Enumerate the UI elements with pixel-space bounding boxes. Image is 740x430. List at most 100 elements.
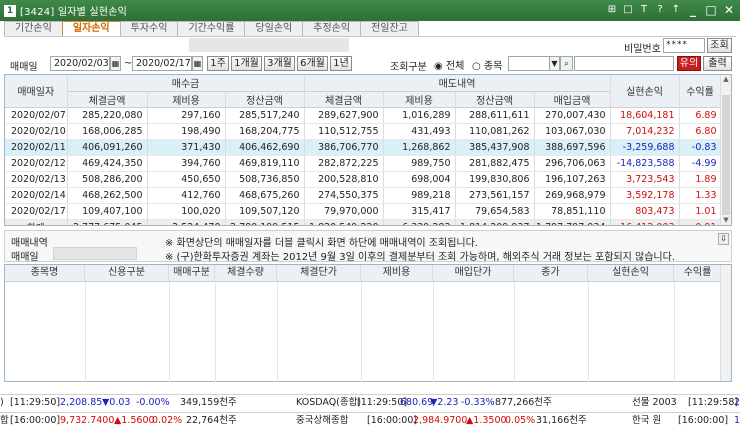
trade-detail-label: 매매내역 [11,238,48,249]
table-cell-sell-fee: 989,218 [383,187,456,204]
table-row[interactable]: 2020/02/12 469,424,350 394,760 469,819,110 2… [5,155,722,172]
table-cell-purchase: 270,007,430 [534,107,611,124]
date-from-input[interactable]: 2020/02/03 [50,56,110,71]
radio-item[interactable]: ○ 종목 [472,57,502,72]
calendar-icon[interactable]: ▦ [110,56,121,71]
password-input[interactable]: **** [663,38,705,53]
period-1month-button[interactable]: 1개월 [231,56,262,71]
column-divider [674,282,675,382]
table-cell-pnl: 7,014,232 [610,123,680,140]
table-cell-sell-settle: 281,882,475 [455,155,535,172]
table-row[interactable]: 2020/02/11 406,091,260 371,430 406,462,690 3… [5,139,722,156]
period-1year-button[interactable]: 1년 [330,56,352,71]
table-cell-pnl: 3,592,178 [610,187,680,204]
detail-col-purchase-price: 매입단가 [433,265,514,281]
grid-scrollbar[interactable]: ▲ ▼ [720,75,731,225]
table-row[interactable]: 2020/02/07 285,220,080 297,160 285,517,240 2… [5,107,722,124]
print-button[interactable]: 출력 [703,56,732,71]
table-cell-purchase: 196,107,263 [534,171,611,188]
column-divider [215,282,216,382]
maximize-button[interactable]: □ [704,3,718,17]
screen-icon[interactable]: □ [622,3,634,17]
scroll-thumb[interactable] [722,95,730,215]
detail-date-label: 매매일 [11,252,39,263]
chevron-down-icon[interactable]: ▼ [549,56,560,71]
table-cell-buy-settle: 168,204,775 [225,123,305,140]
table-cell-buy-amt: 406,091,260 [67,139,148,156]
table-cell-date: 2020/02/11 [5,139,68,156]
pin-icon[interactable]: ↑ [670,3,682,17]
calendar-icon[interactable]: ▦ [192,56,203,71]
total-cell-pnl: 16,412,003 [610,219,680,225]
detail-col-price: 체결단가 [277,265,361,281]
link-icon[interactable]: ⊞ [606,3,618,17]
tab-period-return[interactable]: 기간수익률 [177,21,246,36]
tab-period-pnl[interactable]: 기간손익 [4,21,63,36]
password-label: 비밀번호 [624,44,661,55]
table-cell-purchase: 269,968,979 [534,187,611,204]
date-to-input[interactable]: 2020/02/17 [132,56,192,71]
table-cell-sell-fee: 315,417 [383,203,456,220]
arrow-down-icon[interactable]: ⇩ [718,233,729,245]
table-row[interactable]: 2020/02/14 468,262,500 412,760 468,675,260 2… [5,187,722,204]
group-header-sell: 매도내역 [304,75,611,92]
period-6month-button[interactable]: 6개월 [297,56,328,71]
detail-header-row: 종목명 신용구분 매매구분 체결수량 체결단가 제비용 매입단가 종가 실현손익… [5,265,721,282]
app-icon: 1 [4,4,16,17]
notice-button[interactable]: 유의 [677,56,701,71]
table-row[interactable]: 2020/02/17 109,407,100 100,020 109,507,120 7… [5,203,722,220]
table-cell-sell-fee: 698,004 [383,171,456,188]
table-cell-date: 2020/02/10 [5,123,68,140]
table-cell-buy-settle: 508,736,850 [225,171,305,188]
detail-scrollbar[interactable] [720,265,731,381]
ticker-prefix: 합 [0,415,9,426]
ticker-time: [11:29:58] [688,397,739,408]
tab-divider [4,36,736,37]
table-cell-buy-amt: 285,220,080 [67,107,148,124]
table-cell-sell-amt: 282,872,225 [304,155,384,172]
close-button[interactable]: ✕ [722,3,736,17]
tab-prev-balance[interactable]: 전일잔고 [360,21,419,36]
ticker-prefix: ) [0,397,4,408]
table-cell-date: 2020/02/13 [5,171,68,188]
scroll-up-icon[interactable]: ▲ [721,75,731,84]
search-icon[interactable]: ⌕ [560,56,573,71]
trade-detail-info: 매매내역 매매일 ※ 화면상단의 매매일자를 더블 클릭시 화면 하단에 매매내… [4,230,732,263]
radio-all[interactable]: ◉ 전체 [434,57,464,72]
ticker-percent: 0.05% [505,415,536,426]
query-button[interactable]: 조회 [707,38,732,53]
table-cell-buy-settle: 469,819,110 [225,155,305,172]
col-header-purchase: 매입금액 [534,91,611,108]
table-row[interactable]: 2020/02/13 508,286,200 450,650 508,736,850 2… [5,171,722,188]
minimize-button[interactable]: _ [686,3,700,17]
scroll-down-icon[interactable]: ▼ [721,216,731,225]
ticker-value: 2,208.85 [60,397,103,408]
ticker-time: [16:00:00] [678,415,729,426]
tab-investment-return[interactable]: 투자수익 [119,21,179,36]
item-name-field[interactable] [574,56,674,71]
ticker-percent: -0.00% [136,397,170,408]
table-row[interactable]: 2020/02/10 168,006,285 198,490 168,204,775 1… [5,123,722,140]
item-code-select[interactable] [508,56,554,71]
period-1week-button[interactable]: 1주 [207,56,229,71]
period-3month-button[interactable]: 3개월 [264,56,295,71]
ticker-name: 한국 원 [632,415,662,426]
tab-today-pnl[interactable]: 당일손익 [244,21,304,36]
trade-date-label: 매매일 [10,62,38,73]
ticker-percent: -0.33% [461,397,495,408]
table-cell-sell-settle: 199,830,806 [455,171,535,188]
col-header-date: 매매일자 [5,75,68,108]
market-ticker-1: ) [11:29:50] 2,208.85 ▼0.03 -0.00% 349,1… [0,394,740,410]
group-header-buy: 매수금 [67,75,305,92]
table-cell-pnl: 803,473 [610,203,680,220]
column-divider [85,282,86,382]
tab-daily-pnl[interactable]: 일자손익 [61,21,121,36]
tab-estimated-pnl[interactable]: 추정손익 [302,21,362,36]
font-icon[interactable]: T [638,3,650,17]
total-cell-rate: 0.91 [679,219,722,225]
ticker-name: 중국상해종합 [296,415,349,426]
table-cell-rate: 6.89 [679,107,722,124]
detail-col-item: 종목명 [5,265,85,281]
help-icon[interactable]: ? [654,3,666,17]
ticker-volume: 349,159천주 [180,397,237,408]
